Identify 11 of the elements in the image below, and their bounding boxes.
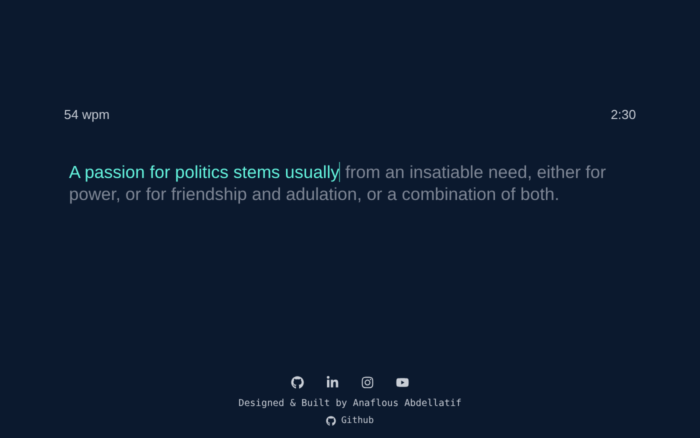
text-cursor [339,162,340,182]
instagram-icon[interactable] [361,376,374,390]
linkedin-icon[interactable] [326,376,339,390]
credit-text: Designed & Built by Anaflous Abdellatif [238,397,462,412]
typing-passage: A passion for politics stems usually from an insatiable need, either for power, or for friendship and adulation, or a combination of both. [69,160,607,204]
wpm-counter: 54 wpm [64,106,110,124]
github-icon[interactable] [291,376,304,390]
timer: 2:30 [610,106,636,124]
youtube-icon[interactable] [396,376,409,390]
github-link[interactable]: Github [326,414,374,428]
github-icon [326,416,336,426]
